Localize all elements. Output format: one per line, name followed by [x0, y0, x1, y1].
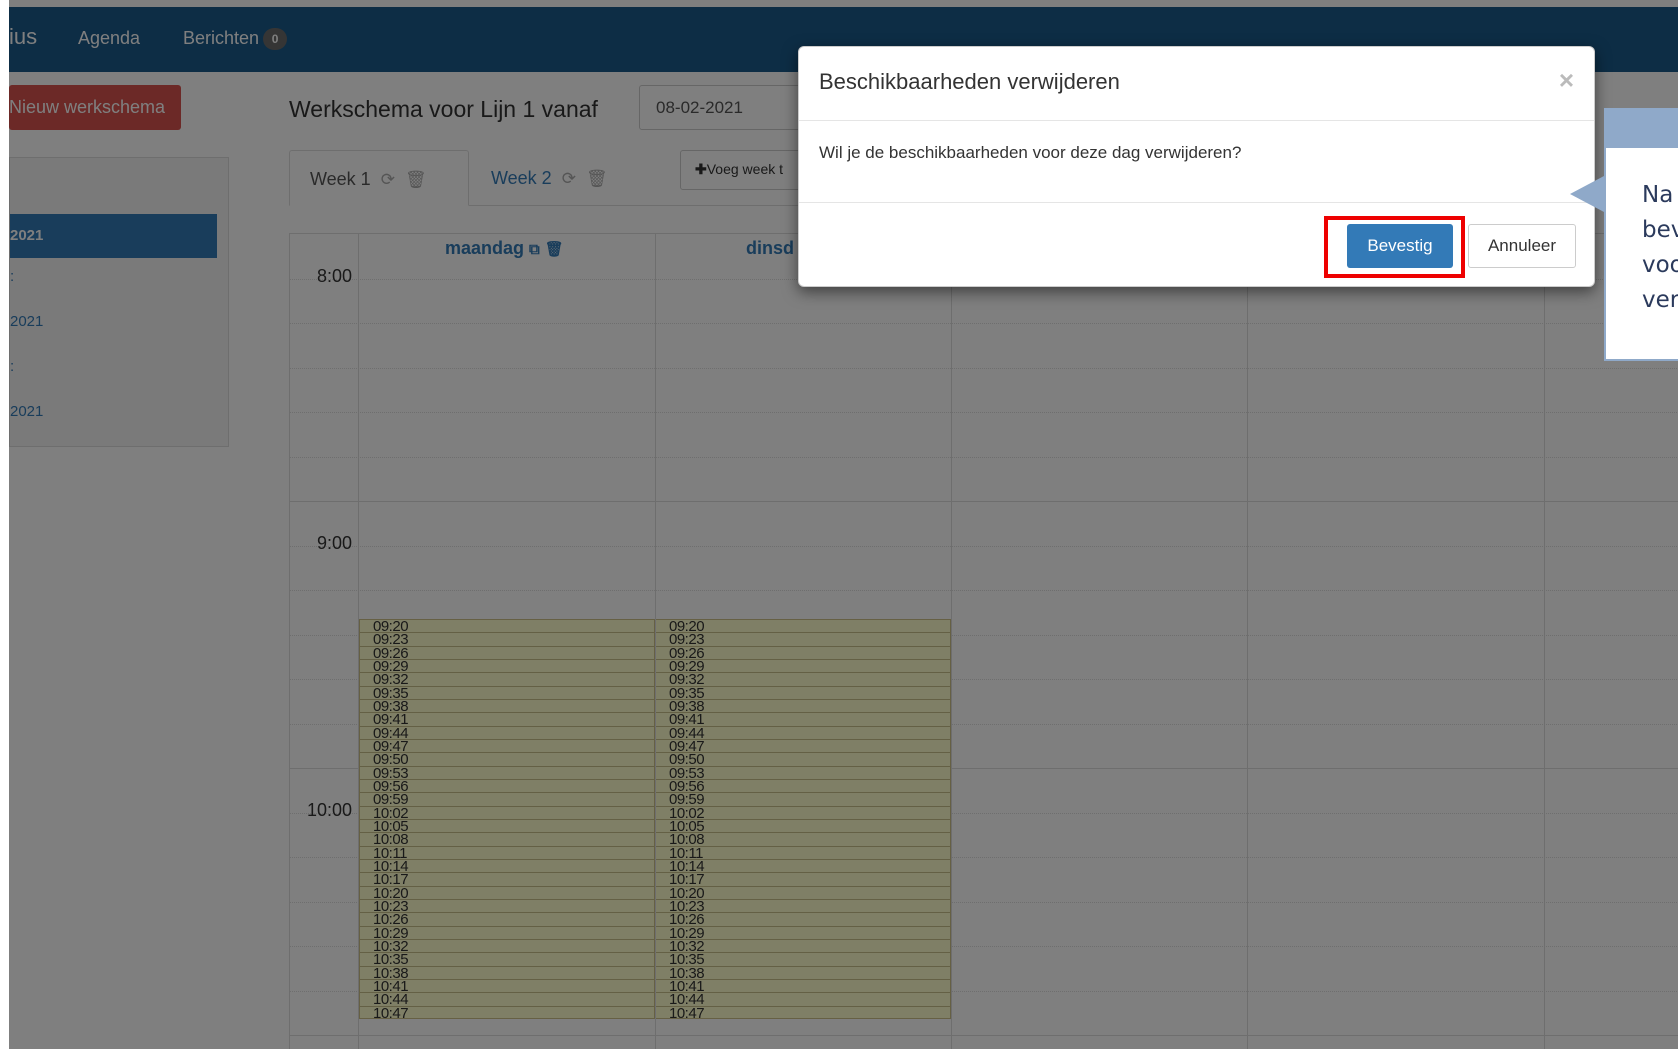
close-icon[interactable]: × [1559, 65, 1574, 96]
cancel-button[interactable]: Annuleer [1468, 224, 1576, 268]
dialog-message: Wil je de beschikbaarheden voor deze dag… [799, 121, 1594, 203]
app-window: ius Agenda Berichten0 Nieuw werkschema 2… [0, 0, 1678, 1049]
callout-pointer [1570, 176, 1604, 212]
delete-availability-dialog: Beschikbaarheden verwijderen × Wil je de… [798, 46, 1595, 287]
callout-line: Na [1642, 182, 1674, 208]
confirm-button[interactable]: Bevestig [1347, 224, 1453, 268]
callout-line: voo [1642, 252, 1678, 278]
dialog-header: Beschikbaarheden verwijderen × [799, 47, 1594, 121]
instruction-callout: Na bev voo ver [1604, 146, 1678, 361]
dialog-title: Beschikbaarheden verwijderen [819, 69, 1120, 94]
callout-line: bev [1642, 217, 1678, 243]
screen-edge [0, 0, 9, 1049]
callout-line: ver [1642, 287, 1678, 313]
callout-header [1604, 108, 1678, 146]
dialog-footer: Bevestig Annuleer [799, 203, 1594, 287]
